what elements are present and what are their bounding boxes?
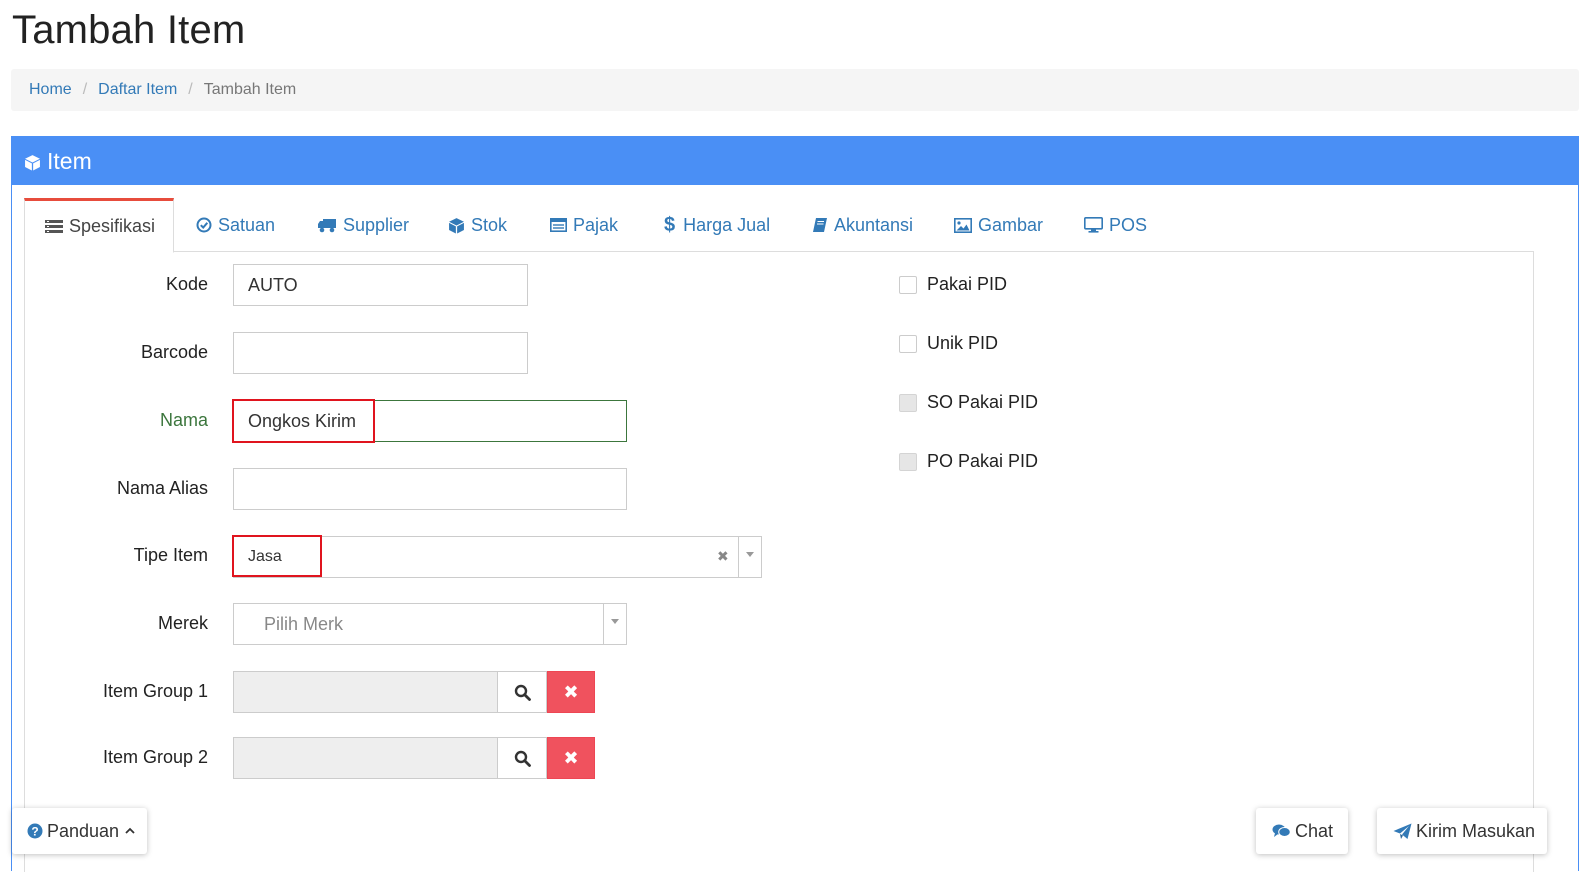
tab-pajak[interactable]: Pajak: [550, 198, 618, 252]
breadcrumb-home-link[interactable]: Home: [29, 81, 72, 99]
merek-select[interactable]: Pilih Merk: [233, 603, 627, 645]
tab-label: POS: [1109, 214, 1148, 235]
barcode-label: Barcode: [140, 342, 208, 362]
so-pakai-pid-checkbox: SO Pakai PID: [899, 392, 1038, 413]
item-group-1-label: Item Group 1: [102, 681, 208, 701]
clear-icon[interactable]: ✖: [717, 548, 729, 565]
cube-icon: [25, 155, 40, 171]
panduan-label: Panduan: [47, 820, 120, 841]
chevron-up-icon: [125, 827, 135, 834]
checkbox-box: [899, 452, 917, 471]
nama-alias-label: Nama Alias: [116, 478, 208, 498]
tab-akuntansi[interactable]: Akuntansi: [812, 198, 913, 252]
tipe-item-select[interactable]: Jasa: [233, 536, 762, 578]
checkbox-box[interactable]: [899, 334, 917, 353]
panel-title: Item: [47, 147, 92, 174]
nama-input[interactable]: Ongkos Kirim: [233, 400, 627, 442]
unik-pid-checkbox[interactable]: Unik PID: [899, 333, 998, 354]
checkbox-label: PO Pakai PID: [927, 451, 1039, 471]
breadcrumb-current: Tambah Item: [203, 81, 297, 98]
tab-label: Stok: [471, 214, 508, 235]
checkbox-label: Pakai PID: [927, 274, 1008, 294]
question-circle-icon: ?: [27, 823, 43, 839]
chat-button[interactable]: Chat: [1256, 808, 1348, 854]
cube-icon: [449, 217, 464, 233]
breadcrumb-separator: /: [82, 81, 88, 98]
book-icon: [813, 218, 827, 232]
nama-alias-input[interactable]: [233, 468, 627, 510]
breadcrumb-list-link[interactable]: Daftar Item: [98, 81, 177, 99]
merek-placeholder: Pilih Merk: [264, 613, 344, 634]
close-icon: ✖: [563, 681, 579, 702]
check-circle-icon: [196, 217, 212, 233]
item-group-1-search-button[interactable]: [497, 671, 547, 713]
close-icon: ✖: [563, 747, 579, 768]
svg-text:?: ?: [31, 824, 38, 838]
tab-stok[interactable]: Stok: [448, 198, 507, 252]
tab-label: Akuntansi: [834, 214, 914, 235]
checkbox-box[interactable]: [899, 275, 917, 294]
kode-label: Kode: [165, 274, 208, 294]
tab-label: Pajak: [573, 214, 619, 235]
item-panel: Item Spesifikasi Satuan Supplier Stok Pa…: [11, 136, 1579, 872]
item-group-2-input[interactable]: [233, 737, 498, 779]
item-group-2-search-button[interactable]: [497, 737, 547, 779]
search-icon: [514, 750, 531, 767]
checkbox-box: [899, 393, 917, 412]
tab-label: Satuan: [218, 214, 276, 235]
select-divider: [738, 537, 739, 577]
tipe-item-label: Tipe Item: [133, 545, 208, 565]
tab-supplier[interactable]: Supplier: [318, 198, 409, 252]
spesifikasi-tab-content: Kode AUTO Barcode Nama Ongkos Kirim Nama…: [24, 252, 1534, 872]
image-icon: [954, 217, 972, 233]
truck-icon: [318, 218, 336, 232]
chevron-down-icon[interactable]: [611, 619, 619, 624]
checkbox-label: SO Pakai PID: [927, 392, 1039, 412]
item-group-2-clear-button[interactable]: ✖: [547, 737, 595, 779]
panduan-button[interactable]: ? Panduan: [12, 808, 147, 854]
list-icon: [45, 220, 63, 233]
tipe-item-value: Jasa: [248, 548, 282, 565]
paper-plane-icon: [1393, 823, 1412, 839]
item-group-1-input[interactable]: [233, 671, 498, 713]
kode-input[interactable]: AUTO: [233, 264, 528, 306]
tab-bar: Spesifikasi Satuan Supplier Stok Pajak $…: [24, 198, 1534, 253]
comments-icon: [1272, 824, 1291, 837]
chat-label: Chat: [1295, 820, 1334, 841]
tab-label: Spesifikasi: [69, 216, 156, 236]
nama-label: Nama: [159, 410, 208, 430]
dollar-icon: $: [664, 213, 676, 236]
checkbox-label: Unik PID: [927, 333, 999, 353]
select-divider: [603, 604, 604, 644]
pakai-pid-checkbox[interactable]: Pakai PID: [899, 274, 1007, 295]
breadcrumb: Home / Daftar Item / Tambah Item: [11, 69, 1579, 111]
tab-harga-jual[interactable]: $ Harga Jual: [664, 198, 770, 252]
kirim-masukan-button[interactable]: Kirim Masukan: [1377, 808, 1547, 854]
tab-spesifikasi[interactable]: Spesifikasi: [24, 198, 175, 253]
tab-satuan[interactable]: Satuan: [196, 198, 275, 252]
po-pakai-pid-checkbox: PO Pakai PID: [899, 451, 1038, 472]
kirim-masukan-label: Kirim Masukan: [1416, 820, 1536, 841]
table-icon: [550, 218, 567, 232]
page-title: Tambah Item: [12, 8, 246, 52]
tab-label: Supplier: [343, 214, 410, 235]
tab-pos[interactable]: POS: [1084, 198, 1147, 252]
barcode-input[interactable]: [233, 332, 528, 374]
panel-heading: Item: [12, 137, 1578, 185]
breadcrumb-separator: /: [188, 81, 193, 98]
tab-label: Gambar: [978, 214, 1044, 235]
search-icon: [514, 684, 531, 701]
monitor-icon: [1084, 217, 1103, 233]
item-group-2-label: Item Group 2: [102, 747, 208, 767]
item-group-1-clear-button[interactable]: ✖: [547, 671, 595, 713]
tab-label: Harga Jual: [683, 214, 771, 235]
chevron-down-icon[interactable]: [746, 552, 754, 557]
tab-gambar[interactable]: Gambar: [954, 198, 1043, 252]
merek-label: Merek: [157, 613, 208, 633]
